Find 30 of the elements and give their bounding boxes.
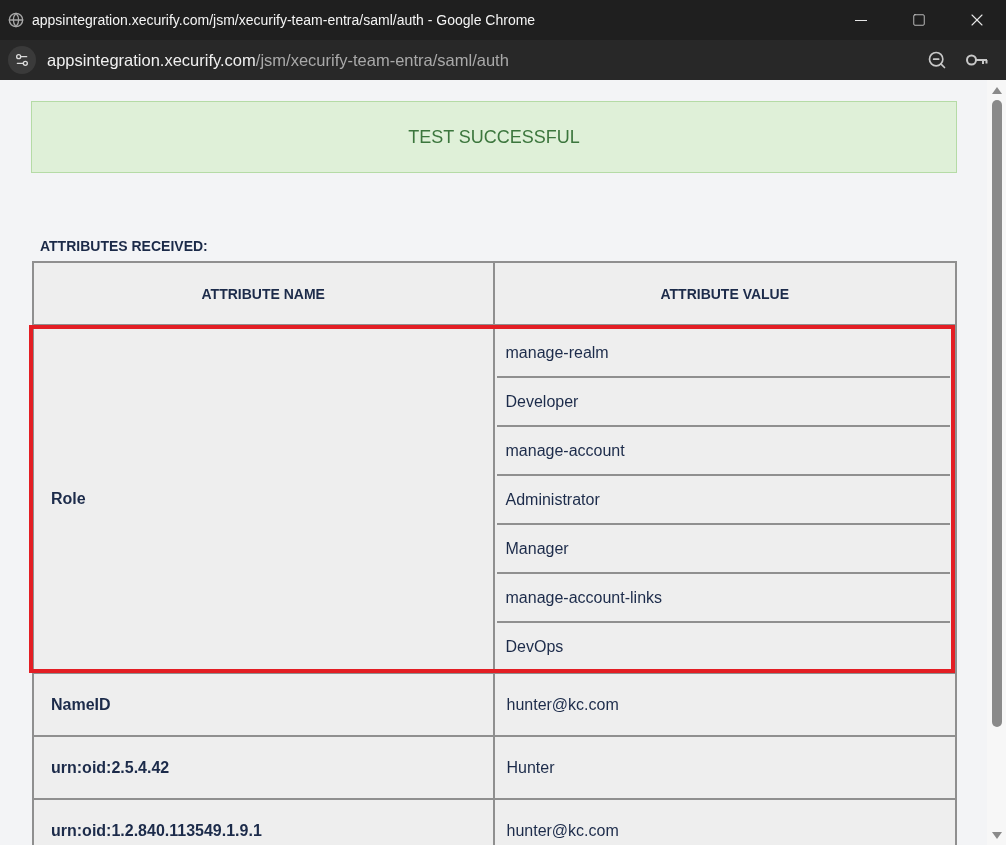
column-header: ATTRIBUTE NAME <box>34 263 495 324</box>
zoom-out-icon <box>927 50 947 70</box>
attribute-value-cell-text: DevOps <box>504 636 565 657</box>
attribute-name-cell: urn:oid:1.2.840.113549.1.9.1 <box>34 800 495 845</box>
zoom-out-button[interactable] <box>926 49 948 71</box>
site-settings-button[interactable] <box>8 46 36 74</box>
attribute-name-cell: urn:oid:2.5.4.42 <box>34 737 495 798</box>
attribute-value-cell-text: hunter@kc.com <box>505 694 620 715</box>
minimize-icon <box>855 19 867 21</box>
attribute-value-cell: Manager <box>496 525 950 574</box>
key-icon <box>966 54 988 66</box>
section-heading: ATTRIBUTES RECEIVED: <box>40 238 209 255</box>
attribute-name-cell: NameID <box>34 674 495 735</box>
success-banner: TEST SUCCESSFUL <box>31 101 957 173</box>
attribute-value-cell-text: Hunter <box>505 757 556 778</box>
scroll-up-icon[interactable] <box>991 86 1002 94</box>
window-title: appsintegration.xecurify.com/jsm/xecurify-team-entra/saml/auth - Google Chrome <box>32 12 537 28</box>
column-header: ATTRIBUTE VALUE <box>659 284 791 304</box>
scroll-down-icon[interactable] <box>991 831 1002 839</box>
attribute-value-cell: manage-realm <box>496 329 950 378</box>
scrollbar-thumb[interactable] <box>991 100 1002 727</box>
attribute-value-cell: Developer <box>496 378 950 427</box>
sliders-icon <box>14 52 30 68</box>
attribute-value-cell: manage-account-links <box>496 574 950 623</box>
attribute-value-cell: manage-account <box>496 427 950 476</box>
globe-icon <box>8 12 24 28</box>
attribute-value-cell: Administrator <box>496 476 950 525</box>
attribute-value-cell-text: hunter@kc.com <box>505 820 620 841</box>
maximize-icon <box>912 13 926 27</box>
attribute-name-cell: Role <box>34 326 495 672</box>
